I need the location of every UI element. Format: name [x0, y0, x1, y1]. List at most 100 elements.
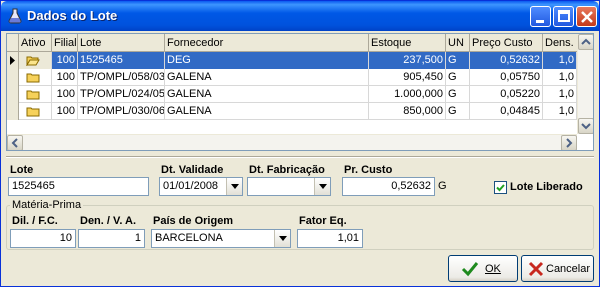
- dens-cell: 1,0: [543, 52, 577, 69]
- fornecedor-cell: GALENA: [165, 103, 369, 120]
- dens-cell: 1,0: [543, 86, 577, 103]
- preco-cell: 0,04845: [470, 103, 543, 120]
- arrow-right-icon: [566, 138, 573, 148]
- lote-field[interactable]: 1525465: [8, 177, 149, 196]
- fornecedor-cell: DEG: [165, 52, 369, 69]
- fabricacao-label: Dt. Fabricação: [249, 164, 325, 176]
- title-bar[interactable]: Dados do Lote: [1, 1, 599, 31]
- scroll-down-button[interactable]: [578, 118, 593, 134]
- scroll-left-button[interactable]: [7, 135, 23, 150]
- dil-field[interactable]: 10: [10, 229, 76, 248]
- pais-select[interactable]: BARCELONA: [151, 229, 291, 248]
- checkmark-icon: [461, 262, 479, 277]
- lote-label: Lote: [10, 164, 34, 176]
- table-row[interactable]: 100 TP/OMPL/024/050 GALENA 1.000,000 G 0…: [7, 86, 593, 103]
- dialog-window: Dados do Lote Ativo Filial Lote Forneced…: [0, 0, 600, 287]
- cancel-button[interactable]: Cancelar: [521, 255, 594, 282]
- col-ativo-header[interactable]: Ativo: [19, 34, 52, 52]
- estoque-cell: 237,500: [369, 52, 446, 69]
- den-label: Den. / V. A.: [80, 215, 137, 227]
- lote-liberado-label: Lote Liberado: [510, 181, 583, 193]
- estoque-cell: 905,450: [369, 69, 446, 86]
- custo-unit: G: [438, 180, 447, 192]
- lote-cell: 1525465: [78, 52, 165, 69]
- ativo-cell[interactable]: [19, 103, 52, 120]
- folder-icon: [26, 73, 40, 83]
- filial-cell: 100: [52, 86, 78, 103]
- fabricacao-date-picker[interactable]: [247, 177, 331, 196]
- dens-cell: 1,0: [543, 103, 577, 120]
- folder-open-icon: [26, 56, 40, 66]
- validade-dropdown-button[interactable]: [226, 178, 242, 195]
- row-indicator: [7, 103, 19, 120]
- custo-field[interactable]: 0,52632: [342, 177, 435, 196]
- fornecedor-cell: GALENA: [165, 69, 369, 86]
- col-filial-header[interactable]: Filial: [52, 34, 78, 52]
- dil-label: Dil. / F.C.: [12, 215, 58, 227]
- table-row[interactable]: 100 TP/OMPL/058/030 GALENA 905,450 G 0,0…: [7, 69, 593, 86]
- fornecedor-cell: GALENA: [165, 86, 369, 103]
- col-preco-header[interactable]: Preço Custo: [470, 34, 543, 52]
- minimize-button[interactable]: [530, 6, 551, 27]
- flask-icon: [8, 8, 22, 24]
- estoque-cell: 850,000: [369, 103, 446, 120]
- preco-cell: 0,05750: [470, 69, 543, 86]
- maximize-icon: [558, 10, 570, 22]
- folder-icon: [26, 107, 40, 117]
- lote-grid[interactable]: Ativo Filial Lote Fornecedor Estoque UN …: [6, 33, 594, 151]
- lote-cell: TP/OMPL/024/050: [78, 86, 165, 103]
- ativo-cell[interactable]: [19, 69, 52, 86]
- col-estoque-header[interactable]: Estoque: [369, 34, 446, 52]
- estoque-cell: 1.000,000: [369, 86, 446, 103]
- ok-button[interactable]: OK: [448, 255, 518, 282]
- filial-cell: 100: [52, 103, 78, 120]
- pais-value: BARCELONA: [155, 232, 223, 244]
- fator-field[interactable]: 1,01: [297, 229, 363, 248]
- row-indicator: [7, 86, 19, 103]
- filial-cell: 100: [52, 52, 78, 69]
- filial-cell: 100: [52, 69, 78, 86]
- separator: [6, 156, 594, 158]
- folder-icon: [26, 90, 40, 100]
- chevron-down-icon: [319, 184, 327, 189]
- dens-cell: 1,0: [543, 69, 577, 86]
- x-icon: [528, 261, 544, 277]
- ativo-cell[interactable]: [19, 86, 52, 103]
- fabricacao-dropdown-button[interactable]: [314, 178, 330, 195]
- ativo-cell[interactable]: [19, 52, 52, 69]
- scroll-right-button[interactable]: [561, 135, 577, 150]
- col-fornecedor-header[interactable]: Fornecedor: [165, 34, 369, 52]
- arrow-up-icon: [581, 38, 591, 45]
- current-row-arrow-icon: [10, 56, 15, 65]
- validade-value: 01/01/2008: [163, 180, 219, 192]
- validade-date-picker[interactable]: 01/01/2008: [159, 177, 243, 196]
- un-cell: G: [446, 52, 470, 69]
- lote-liberado-checkbox[interactable]: [494, 181, 507, 194]
- lote-cell: TP/OMPL/030/060: [78, 103, 165, 120]
- table-row[interactable]: 100 1525465 DEG 237,500 G 0,52632 1,0: [7, 52, 593, 69]
- chevron-down-icon: [231, 184, 239, 189]
- chevron-down-icon: [279, 236, 287, 241]
- horizontal-scrollbar[interactable]: [7, 134, 577, 150]
- materia-prima-title: Matéria-Prima: [10, 199, 84, 211]
- ok-label: OK: [485, 263, 501, 275]
- arrow-left-icon: [11, 138, 18, 148]
- pais-dropdown-button[interactable]: [274, 230, 290, 247]
- row-indicator: [7, 69, 19, 86]
- custo-label: Pr. Custo: [344, 164, 393, 176]
- cancel-label: Cancelar: [546, 263, 591, 275]
- maximize-button[interactable]: [553, 6, 574, 27]
- close-button[interactable]: [576, 6, 597, 27]
- validade-label: Dt. Validade: [161, 164, 224, 176]
- table-row[interactable]: 100 TP/OMPL/030/060 GALENA 850,000 G 0,0…: [7, 103, 593, 120]
- col-un-header[interactable]: UN: [446, 34, 470, 52]
- preco-cell: 0,52632: [470, 52, 543, 69]
- minimize-icon: [536, 20, 544, 23]
- scroll-up-button[interactable]: [578, 34, 593, 50]
- un-cell: G: [446, 103, 470, 120]
- vertical-scrollbar[interactable]: [577, 34, 593, 134]
- den-field[interactable]: 1: [78, 229, 145, 248]
- grid-header: Ativo Filial Lote Fornecedor Estoque UN …: [7, 34, 593, 52]
- row-indicator: [7, 52, 19, 69]
- col-lote-header[interactable]: Lote: [78, 34, 165, 52]
